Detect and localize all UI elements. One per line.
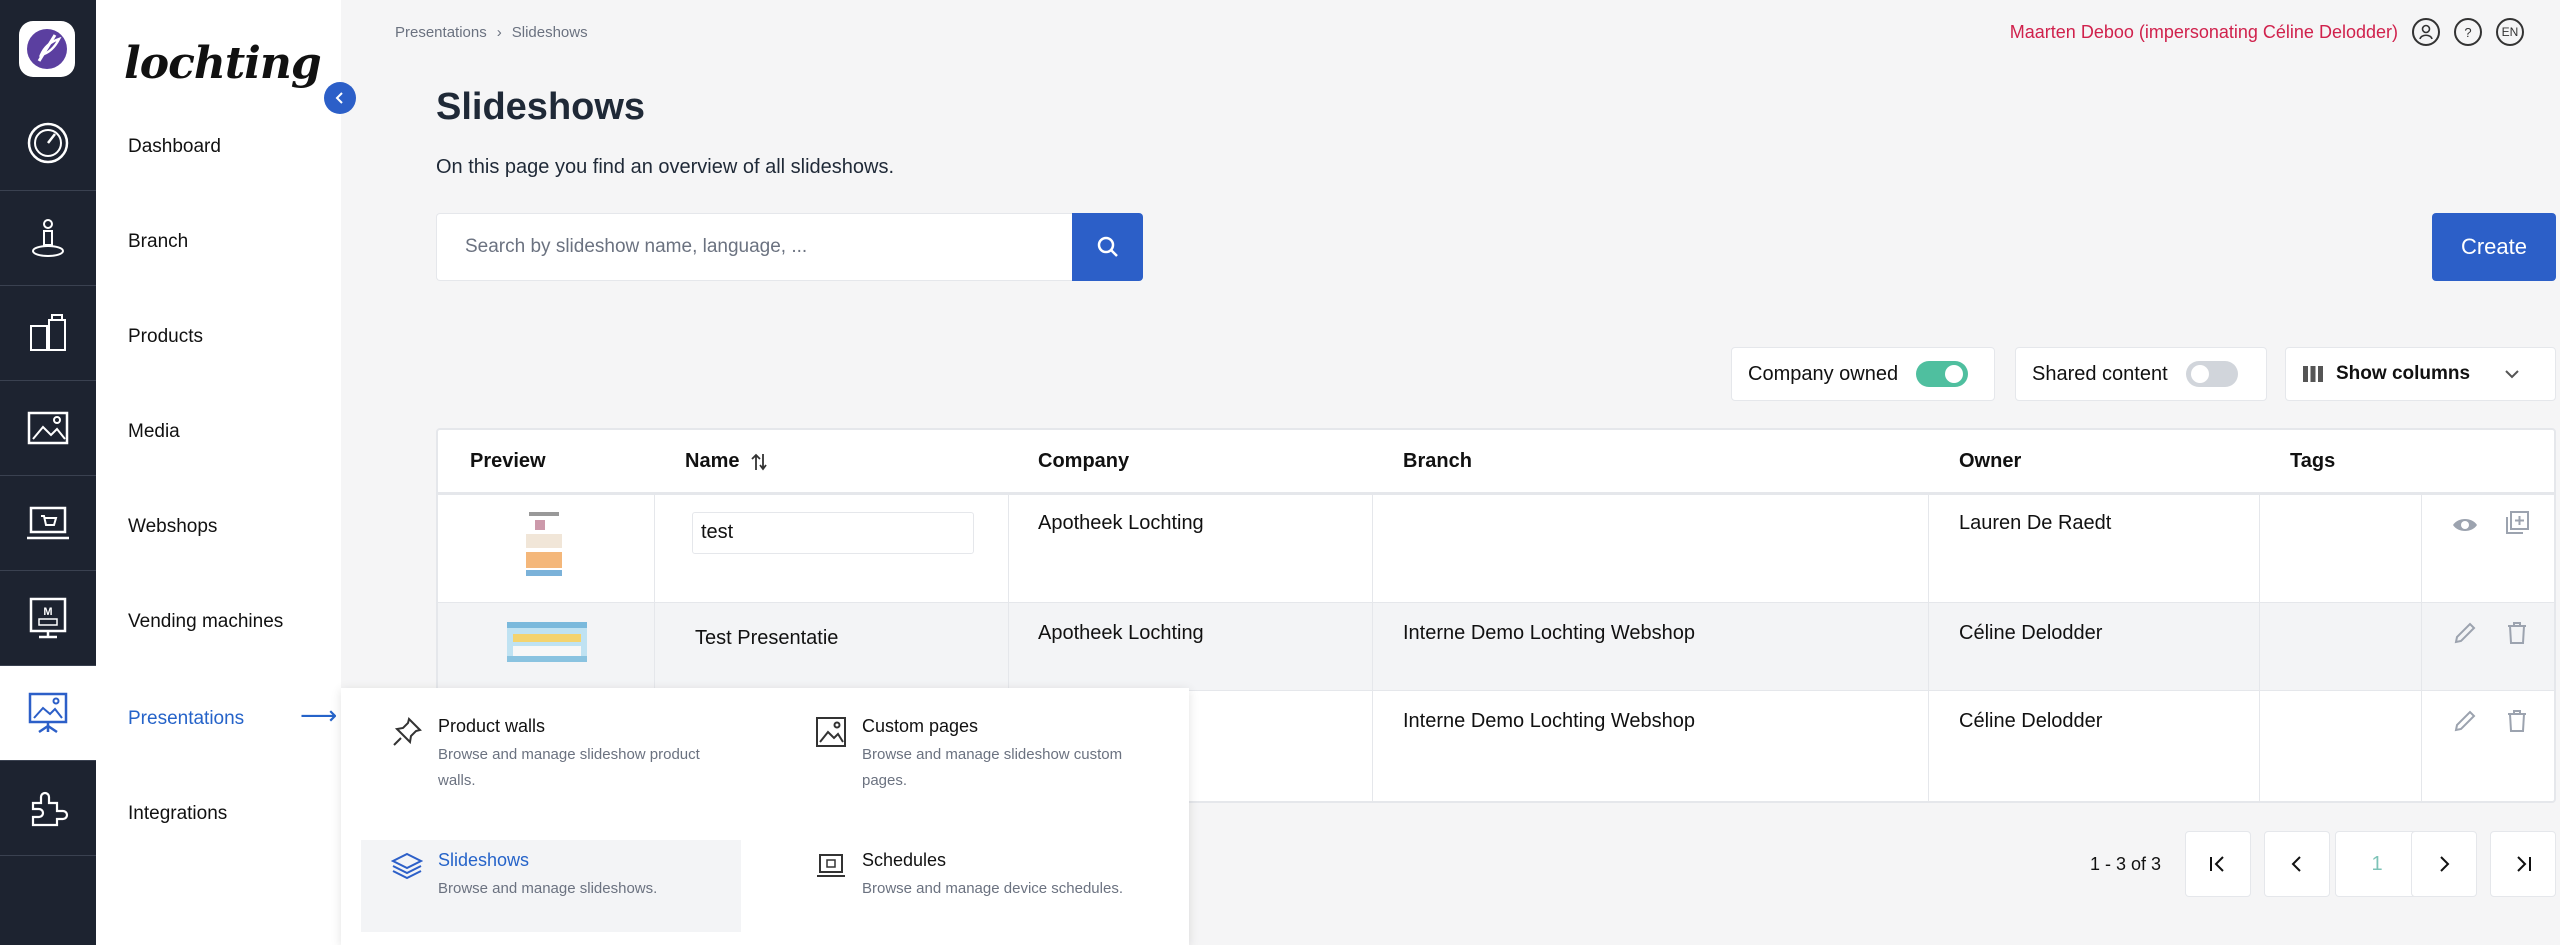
previous-page-button[interactable]	[2264, 831, 2330, 897]
columns-icon	[2303, 366, 2323, 382]
duplicate-icon[interactable]	[2504, 510, 2530, 536]
submenu-slideshows[interactable]: Slideshows Browse and manage slideshows.	[361, 840, 741, 932]
products-rail-icon[interactable]	[0, 286, 96, 381]
app-logo-icon[interactable]	[19, 21, 75, 77]
create-button[interactable]: Create	[2432, 213, 2556, 281]
column-header-tags: Tags	[2290, 450, 2336, 472]
nav-item-media[interactable]: Media	[128, 421, 180, 443]
name-field[interactable]: test	[692, 512, 974, 554]
shared-content-filter: Shared content	[2015, 347, 2267, 401]
search-button[interactable]	[1072, 213, 1143, 281]
nav-item-presentations[interactable]: Presentations	[128, 708, 244, 730]
next-page-button[interactable]	[2411, 831, 2477, 897]
shared-content-toggle[interactable]	[2185, 361, 2238, 387]
delete-icon[interactable]	[2504, 708, 2530, 734]
edit-icon[interactable]	[2452, 708, 2478, 734]
language-icon[interactable]: EN	[2496, 18, 2524, 46]
user-bar: Maarten Deboo (impersonating Céline Delo…	[2010, 18, 2524, 46]
owner-cell: Céline Delodder	[1959, 710, 2103, 732]
first-page-button[interactable]	[2185, 831, 2251, 897]
last-page-button[interactable]	[2490, 831, 2556, 897]
calendar-screen-icon	[817, 854, 845, 877]
chevron-right-icon: ›	[496, 24, 502, 41]
nav-item-branch[interactable]: Branch	[128, 231, 188, 253]
owner-cell: Céline Delodder	[1959, 622, 2103, 644]
nav-item-products[interactable]: Products	[128, 326, 203, 348]
chevron-left-icon	[335, 92, 343, 104]
impersonation-text[interactable]: Maarten Deboo (impersonating Céline Delo…	[2010, 22, 2398, 43]
integrations-rail-icon[interactable]	[0, 761, 96, 856]
preview-thumbnail[interactable]	[507, 622, 587, 662]
branch-rail-icon[interactable]	[0, 191, 96, 286]
presentations-submenu: Product walls Browse and manage slidesho…	[341, 688, 1189, 945]
show-columns-label: Show columns	[2336, 363, 2471, 384]
breadcrumb-presentations[interactable]: Presentations	[395, 24, 487, 41]
edit-icon[interactable]	[2452, 620, 2478, 646]
media-rail-icon[interactable]	[0, 381, 96, 476]
search-input[interactable]	[436, 213, 1073, 281]
last-page-icon	[2517, 856, 2531, 872]
icon-rail: M	[0, 0, 96, 945]
user-account-icon[interactable]	[2412, 18, 2440, 46]
current-page-button[interactable]: 1	[2335, 831, 2419, 897]
chevron-down-icon	[2505, 370, 2519, 379]
sort-icon	[751, 453, 768, 470]
image-frame-icon	[816, 717, 846, 747]
show-columns-dropdown[interactable]: Show columns	[2285, 347, 2556, 401]
nav-item-vending-machines[interactable]: Vending machines	[128, 611, 283, 633]
company-cell: Apotheek Lochting	[1038, 512, 1204, 534]
breadcrumb-slideshows[interactable]: Slideshows	[512, 24, 588, 41]
company-owned-toggle[interactable]	[1916, 361, 1969, 387]
nav-item-dashboard[interactable]: Dashboard	[128, 136, 221, 158]
submenu-custom-pages[interactable]: Custom pages Browse and manage slideshow…	[785, 716, 1165, 796]
eye-icon[interactable]	[2452, 512, 2478, 538]
nav-item-webshops[interactable]: Webshops	[128, 516, 217, 538]
breadcrumb: Presentations › Slideshows	[395, 24, 588, 41]
branch-cell: Interne Demo Lochting Webshop	[1403, 622, 1696, 644]
column-header-owner: Owner	[1959, 450, 2022, 472]
page-title: Slideshows	[436, 86, 646, 128]
dashboard-rail-icon[interactable]	[0, 96, 96, 191]
collapse-sidebar-button[interactable]	[324, 82, 356, 114]
column-header-company: Company	[1038, 450, 1130, 472]
submenu-schedules[interactable]: Schedules Browse and manage device sched…	[785, 850, 1165, 910]
search-icon	[1097, 236, 1118, 257]
svg-text:M: M	[43, 606, 52, 618]
arrow-right-icon: ⟶	[300, 700, 338, 730]
page-description: On this page you find an overview of all…	[436, 156, 895, 178]
column-header-branch: Branch	[1403, 450, 1472, 472]
presentations-rail-icon[interactable]	[0, 666, 96, 761]
preview-thumbnail[interactable]	[521, 510, 567, 582]
delete-icon[interactable]	[2504, 620, 2530, 646]
company-cell: Apotheek Lochting	[1038, 622, 1204, 644]
company-owned-label: Company owned	[1748, 362, 1899, 385]
first-page-icon	[2210, 856, 2224, 872]
brand-logo: lochting	[124, 38, 322, 89]
nav-item-integrations[interactable]: Integrations	[128, 803, 227, 825]
pagination-summary: 1 - 3 of 3	[2090, 854, 2162, 874]
nav-panel: lochting Dashboard Branch Products Media…	[96, 0, 341, 945]
shared-content-label: Shared content	[2032, 362, 2168, 385]
vending-machines-rail-icon[interactable]: M	[0, 571, 96, 666]
layers-icon	[391, 852, 423, 880]
owner-cell: Lauren De Raedt	[1959, 512, 2112, 534]
column-header-name[interactable]: Name	[685, 450, 769, 473]
column-header-preview: Preview	[470, 450, 546, 472]
submenu-product-walls[interactable]: Product walls Browse and manage slidesho…	[361, 716, 741, 796]
help-icon[interactable]: ?	[2454, 18, 2482, 46]
name-field[interactable]: Test Presentatie	[695, 627, 838, 650]
webshops-rail-icon[interactable]	[0, 476, 96, 571]
chevron-left-icon	[2291, 856, 2301, 872]
company-owned-filter: Company owned	[1731, 347, 1995, 401]
chevron-right-icon	[2440, 856, 2450, 872]
pin-icon	[393, 717, 422, 746]
branch-cell: Interne Demo Lochting Webshop	[1403, 710, 1696, 732]
